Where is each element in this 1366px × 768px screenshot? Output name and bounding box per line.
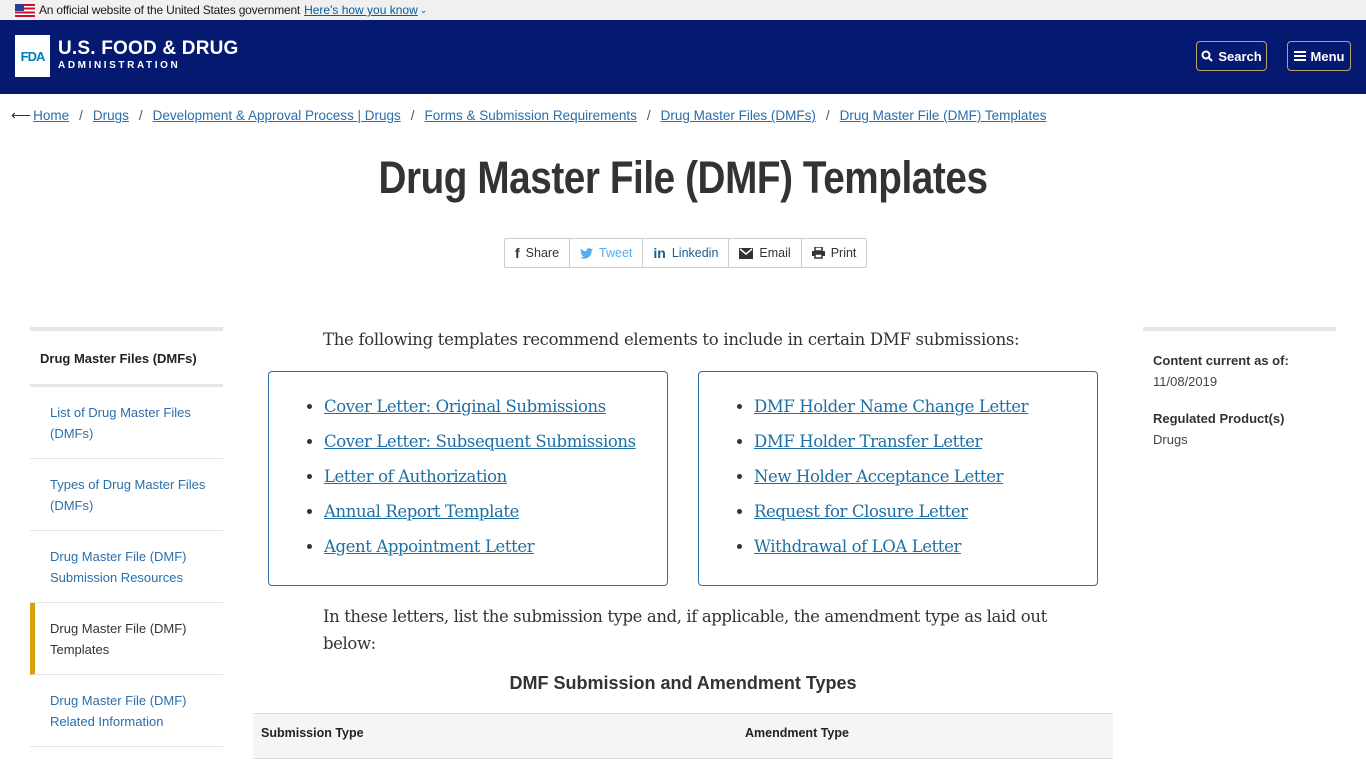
logo-title[interactable]: U.S. FOOD & DRUG xyxy=(58,38,239,60)
fda-logo[interactable]: FDA xyxy=(15,35,50,77)
breadcrumb-home[interactable]: Home xyxy=(33,108,69,123)
tweet-label: Tweet xyxy=(599,246,633,260)
page-meta: Content current as of: 11/08/2019 Regula… xyxy=(1143,327,1336,469)
share-facebook-button[interactable]: f Share xyxy=(505,239,571,267)
heres-how-you-know-link[interactable]: Here's how you know xyxy=(304,3,418,17)
hamburger-icon xyxy=(1293,51,1306,61)
cover-letter-subsequent-link[interactable]: Cover Letter: Subsequent Submissions xyxy=(324,432,636,451)
print-label: Print xyxy=(830,246,857,260)
table-header-row: Submission Type Amendment Type xyxy=(253,713,1113,759)
share-twitter-button[interactable]: Tweet xyxy=(570,239,644,267)
breadcrumb-separator: / xyxy=(825,108,830,123)
share-bar: f Share Tweet in Linkedin Email Print xyxy=(504,238,868,268)
breadcrumb-drugs[interactable]: Drugs xyxy=(93,108,129,123)
new-holder-acceptance-link[interactable]: New Holder Acceptance Letter xyxy=(754,467,1004,486)
breadcrumb-development-approval[interactable]: Development & Approval Process | Drugs xyxy=(153,108,401,123)
list-item: Cover Letter: Original Submissions xyxy=(324,389,667,424)
us-flag-icon xyxy=(15,3,35,17)
column-header-amendment-type: Amendment Type xyxy=(745,726,849,740)
sidebar-item-list-of-dmfs[interactable]: List of Drug Master Files (DMFs) xyxy=(30,387,223,459)
templates-list-left: Cover Letter: Original Submissions Cover… xyxy=(268,371,668,586)
linkedin-label: Linkedin xyxy=(671,246,719,260)
list-item: DMF Holder Name Change Letter xyxy=(754,389,1097,424)
holder-transfer-link[interactable]: DMF Holder Transfer Letter xyxy=(754,432,982,451)
intro-text: The following templates recommend elemen… xyxy=(323,330,1020,349)
list-item: Agent Appointment Letter xyxy=(324,529,667,564)
table-caption: DMF Submission and Amendment Types xyxy=(509,673,857,693)
menu-label: Menu xyxy=(1310,48,1345,64)
logo-subtitle: ADMINISTRATION xyxy=(58,60,181,71)
annual-report-template-link[interactable]: Annual Report Template xyxy=(324,502,519,521)
linkedin-icon: in xyxy=(653,245,666,261)
sidebar-heading[interactable]: Drug Master Files (DMFs) xyxy=(30,331,223,387)
list-item: Letter of Authorization xyxy=(324,459,667,494)
search-label: Search xyxy=(1218,48,1262,64)
sidebar-item-related-information[interactable]: Drug Master File (DMF) Related Informati… xyxy=(30,675,223,747)
letter-of-authorization-link[interactable]: Letter of Authorization xyxy=(324,467,507,486)
list-item: New Holder Acceptance Letter xyxy=(754,459,1097,494)
content-current-date: 11/08/2019 xyxy=(1153,374,1218,389)
holder-name-change-link[interactable]: DMF Holder Name Change Letter xyxy=(754,397,1029,416)
agent-appointment-letter-link[interactable]: Agent Appointment Letter xyxy=(324,537,535,556)
list-item: Withdrawal of LOA Letter xyxy=(754,529,1097,564)
breadcrumb-separator: / xyxy=(79,108,83,123)
list-item: DMF Holder Transfer Letter xyxy=(754,424,1097,459)
back-arrow-icon: ⟵ xyxy=(11,107,32,123)
facebook-icon: f xyxy=(515,245,520,261)
gov-banner: An official website of the United States… xyxy=(0,0,1366,20)
column-header-submission-type: Submission Type xyxy=(261,726,364,740)
sidebar-item-submission-resources[interactable]: Drug Master File (DMF) Submission Resour… xyxy=(30,531,223,603)
list-item: Cover Letter: Subsequent Submissions xyxy=(324,424,667,459)
page-title: Drug Master File (DMF) Templates xyxy=(378,152,988,203)
share-linkedin-button[interactable]: in Linkedin xyxy=(643,239,730,267)
regulated-products-value: Drugs xyxy=(1153,432,1188,447)
menu-button[interactable]: Menu xyxy=(1287,41,1351,71)
breadcrumb: ⟵ Home / Drugs / Development & Approval Pr… xyxy=(11,107,1046,124)
request-for-closure-link[interactable]: Request for Closure Letter xyxy=(754,502,968,521)
logo-mark: FDA xyxy=(20,48,46,64)
templates-list-right: DMF Holder Name Change Letter DMF Holder… xyxy=(698,371,1098,586)
breadcrumb-dmf-templates[interactable]: Drug Master File (DMF) Templates xyxy=(840,108,1047,123)
sidebar-item-templates[interactable]: Drug Master File (DMF) Templates xyxy=(30,603,223,675)
print-button[interactable]: Print xyxy=(802,239,867,267)
cover-letter-original-link[interactable]: Cover Letter: Original Submissions xyxy=(324,397,606,416)
search-icon xyxy=(1201,50,1214,62)
email-icon xyxy=(739,247,754,259)
sidebar-nav: Drug Master Files (DMFs) List of Drug Ma… xyxy=(30,327,223,747)
breadcrumb-separator: / xyxy=(410,108,415,123)
twitter-icon xyxy=(580,247,594,259)
email-label: Email xyxy=(759,246,791,260)
share-label: Share xyxy=(525,246,560,260)
list-item: Request for Closure Letter xyxy=(754,494,1097,529)
search-button[interactable]: Search xyxy=(1196,41,1267,71)
sidebar-item-types-of-dmfs[interactable]: Types of Drug Master Files (DMFs) xyxy=(30,459,223,531)
withdrawal-of-loa-link[interactable]: Withdrawal of LOA Letter xyxy=(754,537,961,556)
list-item: Annual Report Template xyxy=(324,494,667,529)
gov-banner-text: An official website of the United States… xyxy=(39,3,301,17)
chevron-down-icon: ⌄ xyxy=(419,4,428,15)
breadcrumb-separator: / xyxy=(138,108,143,123)
site-header: FDA U.S. FOOD & DRUG ADMINISTRATION Sear… xyxy=(0,20,1366,94)
breadcrumb-forms-submission[interactable]: Forms & Submission Requirements xyxy=(425,108,637,123)
regulated-products-label: Regulated Product(s) xyxy=(1153,411,1285,426)
print-icon xyxy=(811,247,825,259)
breadcrumb-dmfs[interactable]: Drug Master Files (DMFs) xyxy=(661,108,816,123)
submission-instructions: In these letters, list the submission ty… xyxy=(323,607,1047,653)
share-email-button[interactable]: Email xyxy=(729,239,802,267)
breadcrumb-separator: / xyxy=(646,108,651,123)
content-current-label: Content current as of: xyxy=(1153,353,1289,368)
